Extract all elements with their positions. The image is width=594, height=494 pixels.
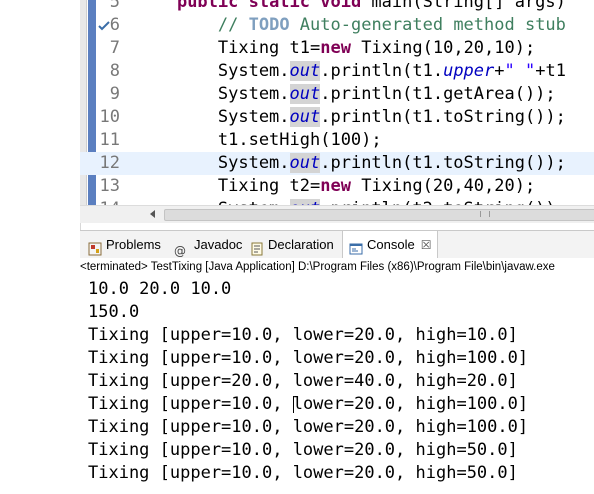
tab-label: Declaration xyxy=(268,237,334,252)
console-line: Tixing [upper=10.0, lower=20.0, high=50.… xyxy=(88,440,518,460)
console-status-line: <terminated> TestTixing [Java Applicatio… xyxy=(80,258,594,277)
problems-icon xyxy=(88,238,102,256)
code-token: = xyxy=(310,38,321,58)
code-token: t1 xyxy=(289,38,311,58)
tab-label: Javadoc xyxy=(194,237,243,252)
code-text: System.out.println(t1.toString()); xyxy=(136,106,566,129)
scroll-left-arrow-icon[interactable] xyxy=(150,210,155,218)
console-output[interactable]: 10.0 20.0 10.0 150.0 Tixing [upper=10.0, l… xyxy=(80,277,594,494)
code-token: System. xyxy=(136,84,290,104)
code-editor[interactable]: 5 public static void main(String[] args)… xyxy=(80,0,594,205)
code-token: System. xyxy=(136,153,290,173)
console-line: Tixing [upper=10.0, lower=20.0, high=10.… xyxy=(88,325,518,345)
code-token: " " xyxy=(504,61,536,81)
console-line: Tixing [upper=10.0, lower=20.0, high=50.… xyxy=(88,463,518,483)
code-text: // TODO Auto-generated method stub xyxy=(136,14,566,37)
tab-label: Problems xyxy=(106,237,161,252)
tab-declaration[interactable]: Declaration xyxy=(250,231,334,258)
code-token: out xyxy=(289,107,321,127)
code-token: out xyxy=(289,61,321,81)
tab-console[interactable]: Console ☒ xyxy=(342,231,439,259)
code-token: System. xyxy=(136,107,290,127)
code-token: .println(t1.toString()); xyxy=(320,107,566,127)
code-token: + xyxy=(494,61,505,81)
code-token: // xyxy=(217,15,249,35)
javadoc-icon: @ xyxy=(174,243,186,258)
line-number: 14 xyxy=(96,198,120,205)
code-token: Auto-generated method stub xyxy=(289,15,566,35)
code-line[interactable]: 10 System.out.println(t1.toString()); xyxy=(80,106,594,129)
tab-problems[interactable]: Problems xyxy=(88,231,161,258)
code-line[interactable]: 9 System.out.println(t1.getArea()); xyxy=(80,83,594,106)
console-line: Tixing [upper=20.0, lower=40.0, high=20.… xyxy=(88,371,518,391)
line-number: 7 xyxy=(109,38,120,58)
code-token: .println(t1.getArea()); xyxy=(320,84,556,104)
code-line[interactable]: 8 System.out.println(t1.upper+" "+t1 xyxy=(80,60,594,83)
line-number: 13 xyxy=(99,176,120,196)
console-icon xyxy=(349,238,363,255)
tab-label: Console xyxy=(367,237,415,252)
code-token: System. xyxy=(136,61,290,81)
code-text: System.out.println(t2.toString()); xyxy=(136,198,566,205)
code-token: Tixing xyxy=(136,176,290,196)
code-token: upper xyxy=(443,61,495,81)
code-text: Tixing t2=new Tixing(20,40,20); xyxy=(136,175,535,198)
line-number: 12 xyxy=(99,153,120,173)
code-token: out xyxy=(289,84,321,104)
code-text: public static void main(String[] args) xyxy=(136,0,566,14)
scrollbar-grip-icon xyxy=(480,211,490,217)
declaration-icon xyxy=(250,238,264,256)
console-line: 150.0 xyxy=(88,302,140,322)
code-line[interactable]: 14 System.out.println(t2.toString()); xyxy=(80,198,594,205)
code-line[interactable]: 6 // TODO Auto-generated method stub xyxy=(80,14,594,37)
line-number: 5 xyxy=(109,0,120,12)
left-panel-strip xyxy=(0,0,81,494)
code-text: System.out.println(t1.toString()); xyxy=(136,152,566,175)
line-number: 11 xyxy=(99,130,120,150)
line-number: 10 xyxy=(99,107,120,127)
code-text: System.out.println(t1.upper+" "+t1 xyxy=(136,60,566,83)
code-token: .println(t1. xyxy=(320,61,444,81)
tab-javadoc[interactable]: @ Javadoc xyxy=(174,231,242,258)
code-token: Tixing(10,20,10); xyxy=(350,38,536,58)
code-text: System.out.println(t1.getArea()); xyxy=(136,83,556,106)
code-token: TODO xyxy=(248,15,290,35)
line-number: 9 xyxy=(109,84,120,104)
bottom-view-tabs: Problems @ Javadoc Declaration Console ☒ xyxy=(80,230,594,259)
code-line[interactable]: 11 t1.setHigh(100); xyxy=(80,129,594,152)
code-line[interactable]: 5 public static void main(String[] args) xyxy=(80,0,594,14)
code-token: Tixing(20,40,20); xyxy=(350,176,536,196)
code-token: new xyxy=(320,38,351,58)
code-token: Tixing xyxy=(136,38,290,58)
line-number: 8 xyxy=(109,61,120,81)
code-line[interactable]: 12 System.out.println(t1.toString()); xyxy=(80,152,594,175)
console-line: Tixing [upper=10.0, lower=20.0, high=100… xyxy=(88,394,529,414)
code-token: new xyxy=(320,176,351,196)
code-token: +t1 xyxy=(535,61,566,81)
code-token: main(String[] args) xyxy=(361,0,566,12)
editor-horizontal-scrollbar[interactable] xyxy=(80,205,594,223)
code-token: public static void xyxy=(176,0,362,12)
code-token: .println(t1.toString()); xyxy=(320,153,566,173)
code-token: t1.setHigh(100); xyxy=(136,130,382,150)
code-line[interactable]: 7 Tixing t1=new Tixing(10,20,10); xyxy=(80,37,594,60)
console-line: Tixing [upper=10.0, lower=20.0, high=100… xyxy=(88,417,529,437)
code-token: = xyxy=(310,176,321,196)
scrollbar-thumb[interactable] xyxy=(164,209,594,221)
task-marker-icon[interactable] xyxy=(98,16,110,31)
console-line: Tixing [upper=10.0, lower=20.0, high=100… xyxy=(88,348,529,368)
code-text: Tixing t1=new Tixing(10,20,10); xyxy=(136,37,535,60)
close-icon[interactable]: ☒ xyxy=(421,238,432,252)
console-line: 10.0 20.0 10.0 xyxy=(88,279,232,299)
code-token: t2 xyxy=(289,176,311,196)
code-token: out xyxy=(289,153,321,173)
code-line[interactable]: 13 Tixing t2=new Tixing(20,40,20); xyxy=(80,175,594,198)
code-text: t1.setHigh(100); xyxy=(136,129,382,152)
